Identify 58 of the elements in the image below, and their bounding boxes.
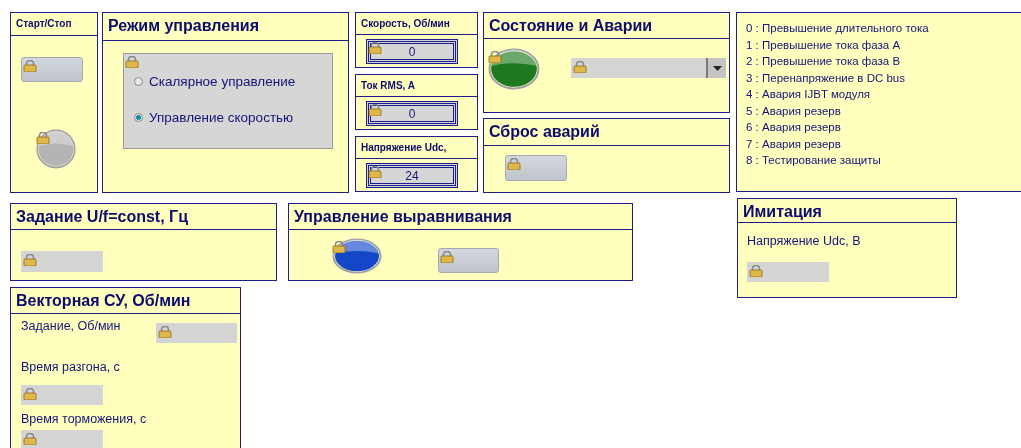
padlock-icon: [23, 60, 37, 72]
input-field[interactable]: [21, 251, 103, 272]
input-field[interactable]: [21, 385, 103, 405]
padlock-icon: [125, 56, 139, 68]
padlock-icon: [368, 104, 382, 116]
radio-option[interactable]: Скалярное управление: [134, 74, 332, 89]
alarm-code-text: 8 : Тестирование защиты: [746, 153, 882, 167]
padlock-icon: [488, 51, 502, 63]
panel-title: Задание U/f=const, Гц: [16, 208, 188, 225]
padlock-icon: [368, 42, 382, 54]
panel-title: Скорость, Об/мин: [361, 18, 450, 29]
padlock-icon: [23, 433, 37, 445]
alarm-code-text: 0 : Превышение длительного тока: [746, 21, 930, 35]
panel-title: Векторная СУ, Об/мин: [16, 292, 191, 309]
push-button[interactable]: [505, 155, 567, 181]
alarm-code-text: 7 : Авария резерв: [746, 136, 842, 151]
field-label: Задание, Об/мин: [21, 319, 122, 333]
indicator-lamp: [332, 238, 382, 274]
padlock-icon: [332, 241, 346, 253]
panel-title: Напряжение Udc,: [361, 142, 447, 153]
input-field[interactable]: [747, 262, 829, 282]
panel-title: Сброс аварий: [489, 123, 600, 140]
alarm-code-text: 6 : Авария резерв: [746, 120, 842, 134]
value-display: 0: [366, 101, 458, 126]
panel-title: Управление выравнивания: [294, 208, 512, 225]
field-label: Время разгона, с: [21, 360, 121, 374]
padlock-icon: [573, 61, 587, 73]
alarm-code-text: 5 : Авария резерв: [746, 103, 842, 118]
indicator-lamp: [36, 129, 76, 169]
value-display: 0: [366, 39, 458, 64]
alarm-code-text: 1 : Превышение тока фаза А: [746, 37, 902, 52]
input-field[interactable]: [21, 430, 103, 448]
dropdown-field[interactable]: [571, 58, 726, 78]
padlock-icon: [23, 388, 37, 400]
padlock-icon: [368, 166, 382, 178]
alarm-code-text: 2 : Превышение тока фаза В: [746, 54, 902, 68]
push-button[interactable]: [21, 57, 83, 82]
field-label: Напряжение Udc, В: [747, 234, 862, 248]
input-field[interactable]: [156, 323, 237, 343]
panel-title: Ток RMS, A: [361, 80, 415, 91]
alarm-code-text: 4 : Авария IJBT модуля: [746, 87, 872, 101]
padlock-icon: [440, 251, 454, 263]
padlock-icon: [36, 132, 50, 144]
push-button[interactable]: [438, 248, 499, 273]
panel-title: Имитация: [743, 203, 822, 220]
alarm-code-text: 3 : Перенапряжение в DC bus: [746, 70, 906, 85]
radio-option[interactable]: Управление скоростью: [134, 110, 332, 125]
indicator-lamp: [488, 48, 540, 90]
field-label: Время торможения, с: [21, 412, 148, 426]
value-display: 24: [366, 163, 458, 188]
padlock-icon: [749, 265, 763, 277]
dropdown-arrow-icon: [712, 65, 722, 71]
padlock-icon: [23, 254, 37, 266]
padlock-icon: [507, 158, 521, 170]
padlock-icon: [158, 326, 172, 338]
panel-title: Старт/Стоп: [16, 18, 72, 29]
panel-title: Режим управления: [108, 17, 259, 34]
panel-title: Состояние и Аварии: [489, 17, 653, 34]
